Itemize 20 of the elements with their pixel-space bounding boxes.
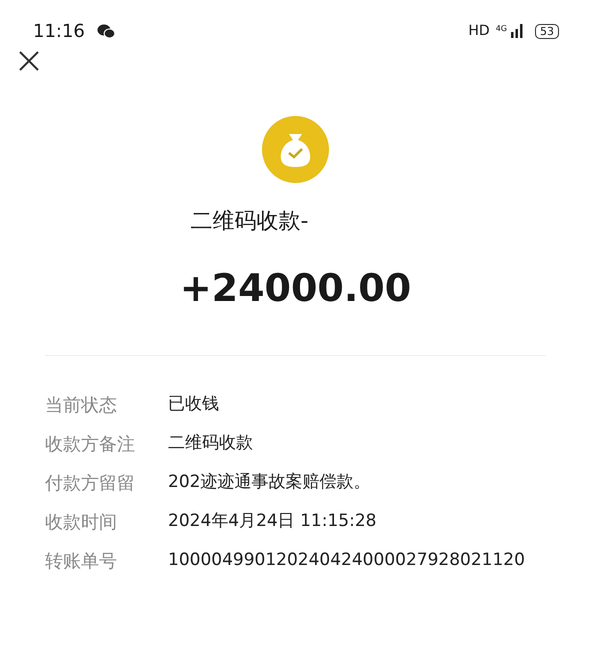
detail-label: 收款时间	[45, 510, 118, 534]
detail-label: 转账单号	[45, 550, 118, 574]
network-type: 4G	[496, 22, 507, 34]
detail-value: 已收钱	[168, 393, 219, 416]
detail-value: 202迹迹通事故案赔偿款。	[168, 471, 370, 494]
detail-value: 2024年4月24日 11:15:28	[168, 510, 376, 534]
status-time: 11:16	[33, 20, 85, 44]
detail-label: 收款方备注	[45, 432, 136, 456]
network-label: HD	[468, 22, 490, 40]
detail-label: 付款方留留	[45, 472, 136, 496]
detail-value: 二维码收款	[168, 432, 253, 456]
detail-value: 100004990120240424000027928021120	[168, 549, 525, 572]
chat-bubbles-icon	[96, 24, 115, 38]
money-bag-icon	[262, 116, 329, 183]
amount: +24000.00	[180, 265, 412, 312]
detail-label: 当前状态	[45, 394, 118, 418]
signal-icon	[511, 24, 523, 38]
close-button[interactable]	[18, 50, 40, 72]
payment-title: 二维码收款-	[190, 208, 310, 236]
battery-indicator: 53	[535, 24, 559, 38]
